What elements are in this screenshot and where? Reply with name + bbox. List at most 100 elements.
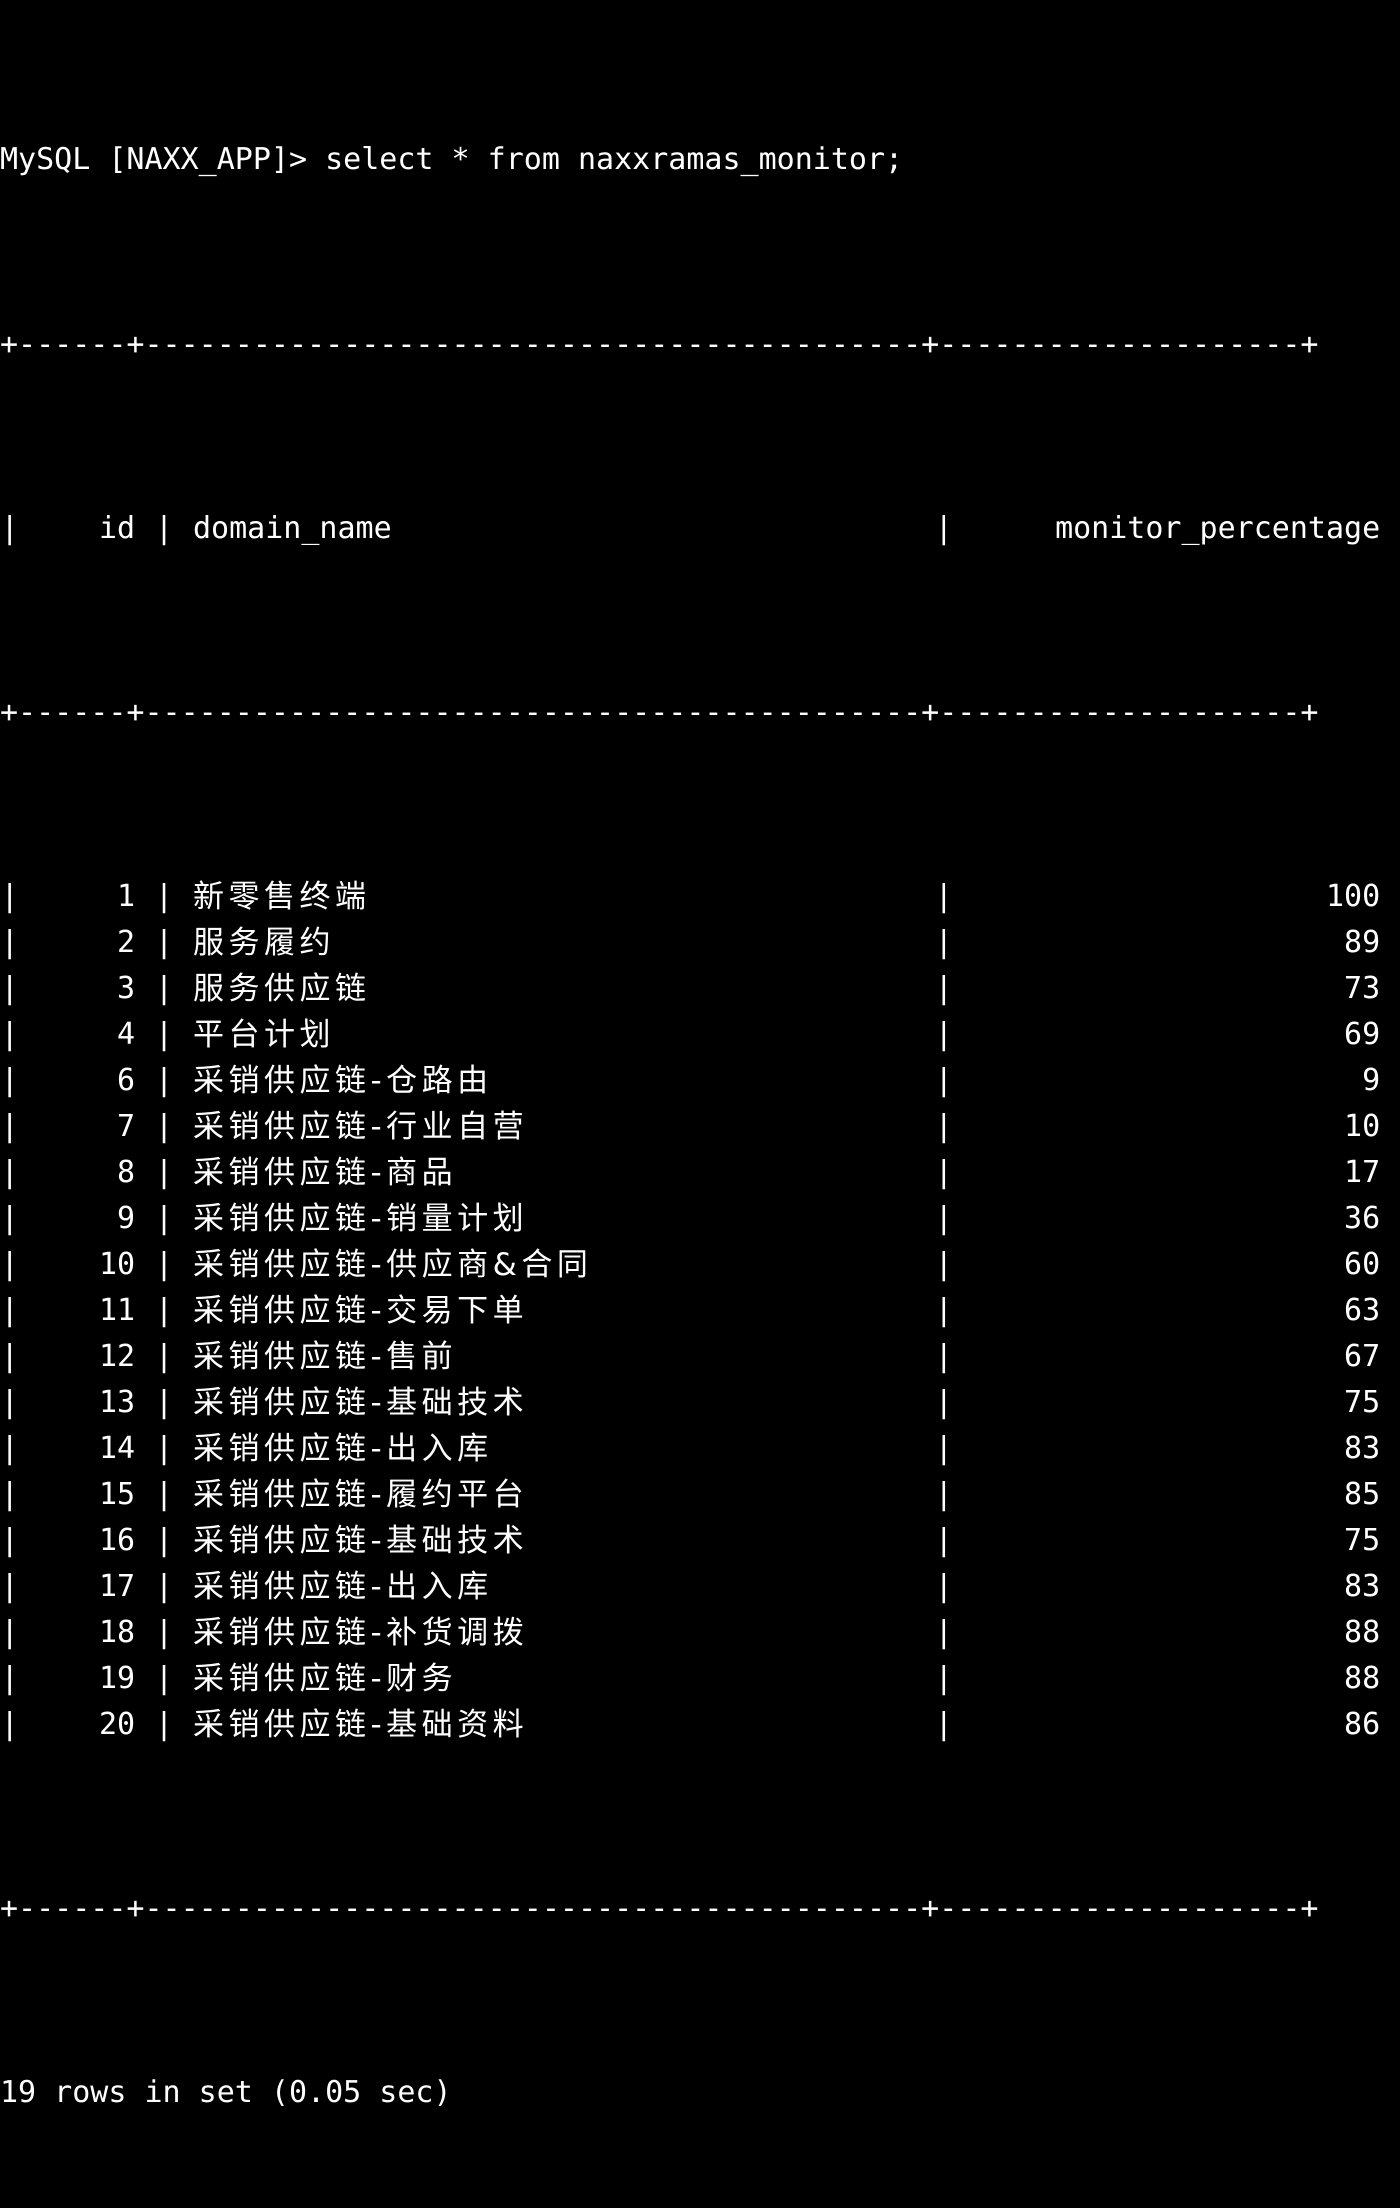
cell-id: 7 — [117, 1109, 136, 1144]
cell-monitor-percentage: 100 — [1325, 879, 1381, 914]
cell-domain-name: 采销供应链-售前 — [192, 1339, 458, 1375]
cell-monitor-percentage: 60 — [1344, 1247, 1381, 1282]
cell-domain-name: 采销供应链-财务 — [192, 1661, 458, 1697]
table-row: |12|采销供应链-售前|67| — [0, 1334, 1400, 1380]
cell-domain-name: 新零售终端 — [192, 879, 371, 915]
cell-monitor-percentage: 86 — [1344, 1707, 1381, 1742]
table-border-left: | — [0, 925, 19, 960]
cell-domain-name: 采销供应链-基础技术 — [192, 1523, 529, 1559]
result-status-line: 19 rows in set (0.05 sec) — [0, 2075, 452, 2110]
table-border-divider-2: | — [934, 1569, 953, 1604]
cell-id: 16 — [98, 1523, 136, 1558]
table-border-divider-1: | — [155, 1063, 174, 1098]
cell-monitor-percentage: 75 — [1344, 1523, 1381, 1558]
cell-domain-name: 采销供应链-销量计划 — [192, 1201, 529, 1237]
cell-domain-name: 采销供应链-履约平台 — [192, 1477, 529, 1513]
table-row: |1|新零售终端|100| — [0, 874, 1400, 920]
cell-id: 12 — [98, 1339, 136, 1374]
cell-monitor-percentage: 83 — [1344, 1431, 1381, 1466]
cell-domain-name: 服务履约 — [192, 925, 335, 961]
cell-monitor-percentage: 73 — [1344, 971, 1381, 1006]
table-border-divider-1: | — [155, 1247, 174, 1282]
table-separator-bottom: +------+--------------------------------… — [0, 1891, 1319, 1926]
cell-domain-name: 采销供应链-供应商&合同 — [192, 1247, 593, 1283]
table-border-divider-1: | — [155, 1477, 174, 1512]
table-border-divider-1: | — [155, 1017, 174, 1052]
table-separator-header: +------+--------------------------------… — [0, 695, 1319, 730]
cell-monitor-percentage: 75 — [1344, 1385, 1381, 1420]
table-border-divider-1: | — [155, 511, 174, 546]
table-border-divider-1: | — [155, 1431, 174, 1466]
cell-monitor-percentage: 69 — [1344, 1017, 1381, 1052]
table-row: |18|采销供应链-补货调拨|88| — [0, 1610, 1400, 1656]
table-border-left: | — [0, 1017, 19, 1052]
cell-id: 14 — [98, 1431, 136, 1466]
table-border-divider-2: | — [934, 1661, 953, 1696]
table-row: |19|采销供应链-财务|88| — [0, 1656, 1400, 1702]
table-border-divider-1: | — [155, 1155, 174, 1190]
table-row: |15|采销供应链-履约平台|85| — [0, 1472, 1400, 1518]
table-row: |13|采销供应链-基础技术|75| — [0, 1380, 1400, 1426]
table-border-divider-2: | — [934, 1385, 953, 1420]
table-border-divider-1: | — [155, 1293, 174, 1328]
table-border-divider-2: | — [934, 1431, 953, 1466]
cell-id: 3 — [117, 971, 136, 1006]
table-border-left: | — [0, 1385, 19, 1420]
table-body: |1|新零售终端|100||2|服务履约|89||3|服务供应链|73||4|平… — [0, 874, 1400, 1748]
table-row: |2|服务履约|89| — [0, 920, 1400, 966]
cell-domain-name: 平台计划 — [192, 1017, 335, 1053]
command-prompt-line: MySQL [NAXX_APP]> select * from naxxrama… — [0, 142, 904, 177]
table-border-left: | — [0, 1247, 19, 1282]
table-border-left: | — [0, 1201, 19, 1236]
table-border-divider-2: | — [934, 1247, 953, 1282]
cell-monitor-percentage: 17 — [1344, 1155, 1381, 1190]
cell-monitor-percentage: 63 — [1344, 1293, 1381, 1328]
table-separator-top: +------+--------------------------------… — [0, 327, 1319, 362]
cell-domain-name: 采销供应链-仓路由 — [192, 1063, 493, 1099]
cell-domain-name: 采销供应链-基础资料 — [192, 1707, 529, 1743]
table-border-left: | — [0, 1339, 19, 1374]
table-row: |6|采销供应链-仓路由|9| — [0, 1058, 1400, 1104]
terminal-window[interactable]: MySQL [NAXX_APP]> select * from naxxrama… — [0, 0, 1400, 2110]
table-border-divider-1: | — [155, 1569, 174, 1604]
cell-id: 19 — [98, 1661, 136, 1696]
table-border-divider-2: | — [934, 511, 953, 546]
table-border-divider-2: | — [934, 925, 953, 960]
cell-id: 15 — [98, 1477, 136, 1512]
table-border-left: | — [0, 511, 19, 546]
table-border-left: | — [0, 1615, 19, 1650]
cell-monitor-percentage: 10 — [1344, 1109, 1381, 1144]
cell-id: 2 — [117, 925, 136, 960]
table-border-left: | — [0, 1477, 19, 1512]
cell-id: 4 — [117, 1017, 136, 1052]
table-row: |10|采销供应链-供应商&合同|60| — [0, 1242, 1400, 1288]
table-border-divider-2: | — [934, 1339, 953, 1374]
table-border-divider-2: | — [934, 1615, 953, 1650]
table-border-divider-1: | — [155, 1201, 174, 1236]
table-border-left: | — [0, 1293, 19, 1328]
cell-id: 18 — [98, 1615, 136, 1650]
table-border-divider-1: | — [155, 971, 174, 1006]
cell-monitor-percentage: 67 — [1344, 1339, 1381, 1374]
cell-domain-name: 采销供应链-出入库 — [192, 1431, 493, 1467]
cell-monitor-percentage: 9 — [1362, 1063, 1381, 1098]
cell-domain-name: 服务供应链 — [192, 971, 371, 1007]
table-border-left: | — [0, 1063, 19, 1098]
table-row: |16|采销供应链-基础技术|75| — [0, 1518, 1400, 1564]
table-border-divider-2: | — [934, 1017, 953, 1052]
table-border-divider-2: | — [934, 1201, 953, 1236]
table-border-left: | — [0, 879, 19, 914]
cell-id: 9 — [117, 1201, 136, 1236]
cell-id: 13 — [98, 1385, 136, 1420]
table-border-left: | — [0, 1431, 19, 1466]
table-border-divider-1: | — [155, 1385, 174, 1420]
column-header-monitor-percentage: monitor_percentage — [1055, 511, 1381, 546]
cell-id: 6 — [117, 1063, 136, 1098]
cell-monitor-percentage: 36 — [1344, 1201, 1381, 1236]
cell-id: 1 — [117, 879, 136, 914]
table-row: |8|采销供应链-商品|17| — [0, 1150, 1400, 1196]
table-row: |4|平台计划|69| — [0, 1012, 1400, 1058]
table-border-left: | — [0, 1155, 19, 1190]
table-row: |11|采销供应链-交易下单|63| — [0, 1288, 1400, 1334]
table-border-divider-1: | — [155, 1615, 174, 1650]
